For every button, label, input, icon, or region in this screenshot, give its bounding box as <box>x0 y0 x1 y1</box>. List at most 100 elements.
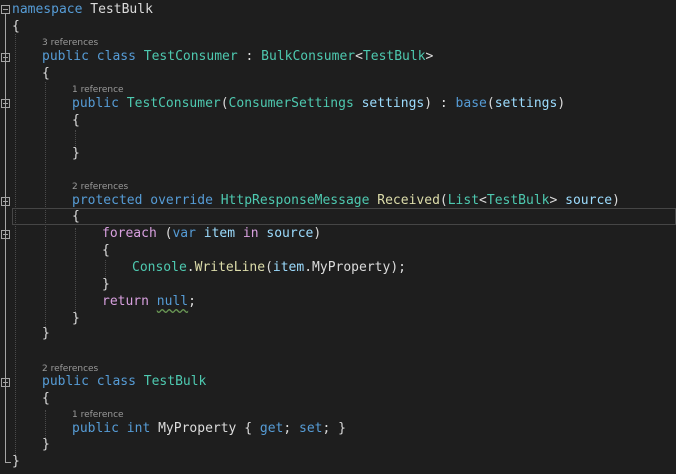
punctuation: ) <box>313 226 322 241</box>
brace: { <box>42 66 50 81</box>
code-line[interactable]: } <box>102 276 110 293</box>
fold-range-end <box>5 462 11 463</box>
punctuation: : <box>245 49 254 64</box>
brace: } <box>12 454 20 469</box>
indent-guide <box>15 34 16 459</box>
punctuation: ; <box>188 294 196 309</box>
parameter: source <box>266 226 314 241</box>
type-name: ConsumerSettings <box>228 96 354 111</box>
keyword: class <box>96 374 136 389</box>
property-name: MyProperty <box>158 421 237 436</box>
keyword: protected <box>72 193 143 208</box>
punctuation: ( <box>439 193 448 208</box>
brace: { <box>72 113 80 128</box>
type-name: Console <box>132 260 187 275</box>
keyword: int <box>126 421 151 436</box>
property-name: MyProperty <box>312 260 391 275</box>
brace: { <box>102 243 110 258</box>
code-line[interactable]: public int MyProperty { get; set; } <box>72 420 346 437</box>
keyword: public <box>42 49 89 64</box>
brace: } <box>72 311 80 326</box>
code-line[interactable]: } <box>12 453 20 470</box>
keyword: public <box>72 96 119 111</box>
parameter: settings <box>361 96 425 111</box>
code-line[interactable]: { <box>72 208 80 225</box>
fold-namespace-icon[interactable] <box>1 5 10 14</box>
keyword: class <box>96 49 136 64</box>
brace: } <box>42 437 50 452</box>
indent-guide <box>45 82 46 327</box>
punctuation: . <box>304 260 313 275</box>
punctuation: ) <box>612 193 620 208</box>
indent-guide <box>75 228 76 318</box>
method-name: Received <box>377 193 440 208</box>
punctuation: ( <box>220 96 229 111</box>
keyword: return <box>102 294 149 309</box>
punctuation: . <box>186 260 195 275</box>
type-name: TestBulk <box>486 193 550 208</box>
code-line[interactable]: { <box>42 65 50 82</box>
code-line[interactable]: } <box>72 145 80 162</box>
fold-received-icon[interactable] <box>1 197 10 206</box>
keyword: public <box>72 421 119 436</box>
fold-class-consumer-icon[interactable] <box>1 53 10 62</box>
fold-class-bulk-icon[interactable] <box>1 378 10 387</box>
punctuation: ; <box>283 421 292 436</box>
keyword: in <box>242 226 259 241</box>
fold-foreach-icon[interactable] <box>1 230 10 239</box>
code-line[interactable]: namespace TestBulk <box>12 1 153 18</box>
punctuation: ( <box>486 96 495 111</box>
parameter: source <box>565 193 613 208</box>
type-name: List <box>447 193 480 208</box>
keyword-with-warning[interactable]: null <box>157 294 188 309</box>
punctuation: ; <box>398 260 406 275</box>
type-name: BulkConsumer <box>261 49 356 64</box>
punctuation: ; <box>322 421 331 436</box>
code-line[interactable]: } <box>42 436 50 453</box>
code-line[interactable]: } <box>42 325 50 342</box>
code-line[interactable]: public class TestConsumer : BulkConsumer… <box>42 48 433 65</box>
keyword: var <box>172 226 196 241</box>
keyword: set <box>299 421 323 436</box>
brace: } <box>338 421 346 436</box>
code-line[interactable]: Console.WriteLine(item.MyProperty); <box>132 259 406 276</box>
brace: } <box>102 277 110 292</box>
code-line[interactable]: foreach (var item in source) <box>102 225 321 242</box>
code-line[interactable]: public class TestBulk <box>42 373 206 390</box>
code-line[interactable]: { <box>102 242 110 259</box>
punctuation: : <box>439 96 448 111</box>
namespace-name: TestBulk <box>90 2 153 17</box>
code-line[interactable]: return null; <box>102 293 196 310</box>
code-editor[interactable]: namespace TestBulk { 3 references public… <box>0 0 676 474</box>
keyword: base <box>455 96 487 111</box>
class-name: TestBulk <box>143 374 207 389</box>
brace: { <box>72 209 80 224</box>
keyword: foreach <box>102 226 157 241</box>
punctuation: > <box>425 49 434 64</box>
current-line-highlight <box>12 208 676 225</box>
type-name: TestBulk <box>362 49 426 64</box>
code-line[interactable]: protected override HttpResponseMessage R… <box>72 192 620 209</box>
punctuation: < <box>355 49 363 64</box>
variable: item <box>272 260 305 275</box>
punctuation: ( <box>265 260 273 275</box>
punctuation: < <box>479 193 487 208</box>
keyword: override <box>150 193 213 208</box>
code-line[interactable]: { <box>12 18 20 35</box>
type-name: HttpResponseMessage <box>220 193 370 208</box>
constructor-name: TestConsumer <box>126 96 221 111</box>
variable: item <box>203 226 236 241</box>
punctuation: ) <box>390 260 399 275</box>
fold-ctor-icon[interactable] <box>1 99 10 108</box>
code-line[interactable]: public TestConsumer(ConsumerSettings set… <box>72 95 565 112</box>
method-name: WriteLine <box>194 260 266 275</box>
brace: { <box>244 421 253 436</box>
code-line[interactable]: { <box>72 112 80 129</box>
punctuation: ) <box>557 96 566 111</box>
code-line[interactable]: { <box>42 390 50 407</box>
parameter: settings <box>494 96 558 111</box>
punctuation: > <box>549 193 558 208</box>
brace: { <box>42 391 50 406</box>
keyword: get <box>259 421 284 436</box>
code-line[interactable]: } <box>72 310 80 327</box>
